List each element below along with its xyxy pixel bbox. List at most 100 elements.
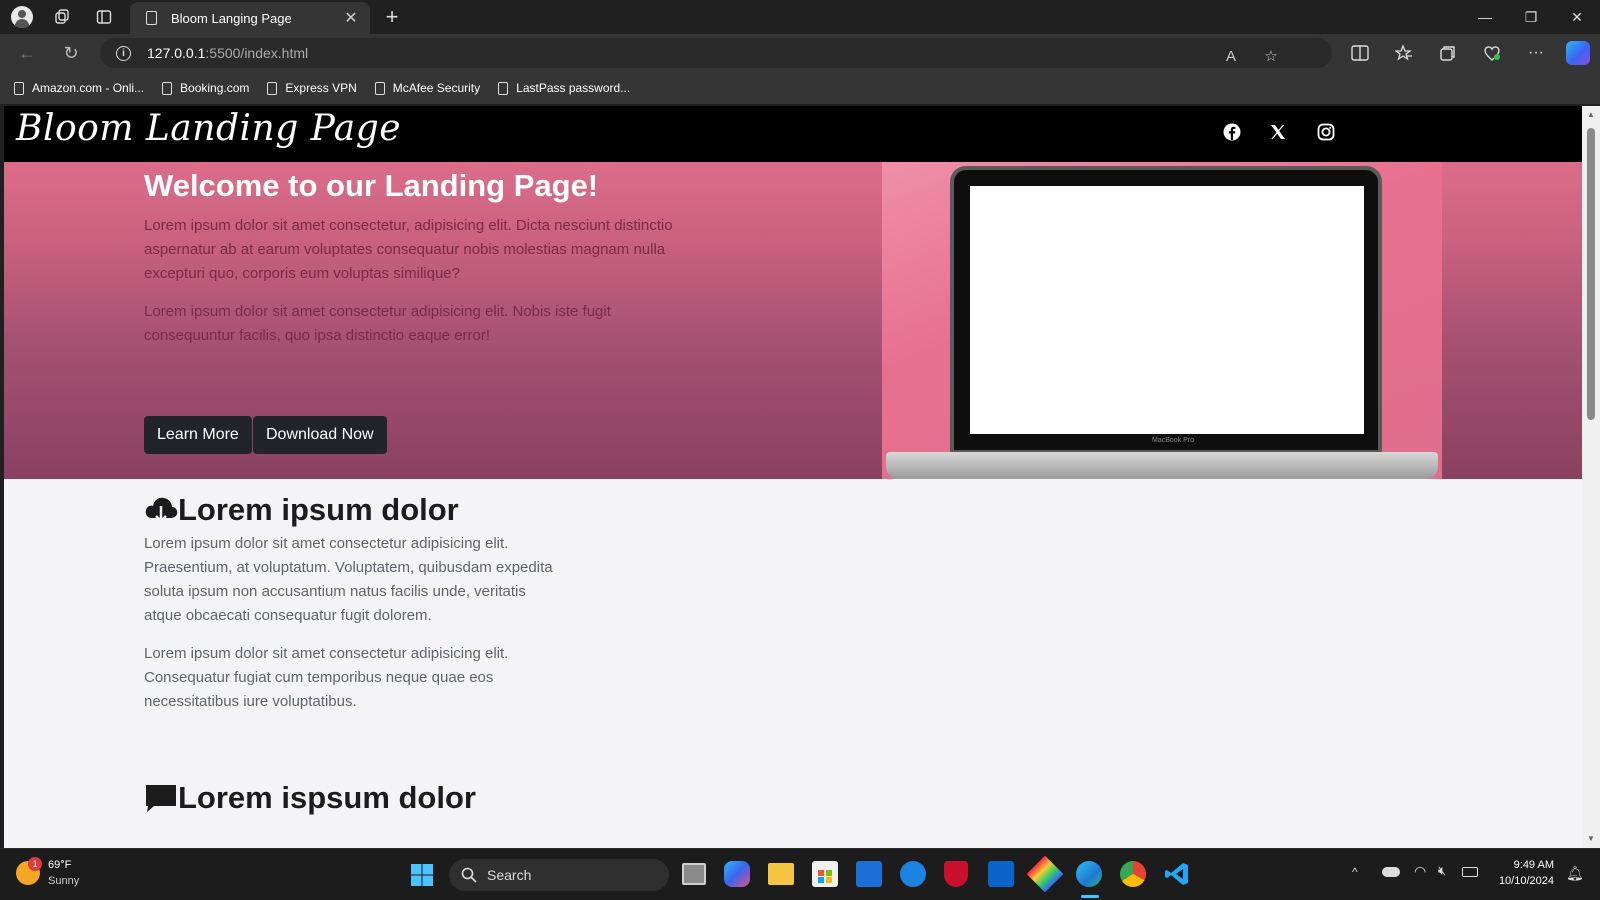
browser-tab-strip: Bloom Langing Page ✕ + — ❐ ✕ bbox=[0, 0, 1600, 34]
download-now-button[interactable]: Download Now bbox=[253, 416, 387, 454]
copilot-icon[interactable] bbox=[1566, 41, 1590, 65]
favorite-label: Booking.com bbox=[180, 81, 250, 95]
close-tab-icon[interactable]: ✕ bbox=[342, 8, 360, 28]
favorite-item[interactable]: Amazon.com - Onli... bbox=[14, 81, 144, 95]
section-heading: Lorem ispsum dolor bbox=[144, 780, 476, 816]
laptop-lid bbox=[950, 166, 1382, 454]
task-view-icon[interactable] bbox=[682, 863, 706, 885]
search-label: Search bbox=[487, 867, 532, 883]
favorite-item[interactable]: LastPass password... bbox=[498, 81, 630, 95]
outlook-icon[interactable] bbox=[988, 861, 1014, 887]
settings-more-button[interactable]: ··· bbox=[1522, 40, 1550, 66]
chrome-icon[interactable] bbox=[1120, 861, 1146, 887]
notifications-bell-icon[interactable]: 🔔︎ bbox=[1566, 865, 1584, 882]
taskbar-search[interactable]: Search bbox=[449, 859, 669, 891]
back-button[interactable]: ← bbox=[12, 40, 42, 66]
weather-desc: Sunny bbox=[48, 875, 80, 887]
laptop-base bbox=[886, 452, 1438, 479]
microsoft-store-icon[interactable] bbox=[812, 861, 838, 887]
read-aloud-icon[interactable]: A bbox=[1218, 43, 1244, 69]
page-icon bbox=[267, 81, 278, 95]
sun-icon: 1 bbox=[16, 857, 42, 885]
clock[interactable]: 9:49 AM 10/10/2024 bbox=[1490, 857, 1554, 889]
favorite-item[interactable]: McAfee Security bbox=[374, 81, 481, 95]
search-icon bbox=[461, 867, 477, 883]
page-icon bbox=[374, 81, 385, 95]
taskbar: 1 69°F Sunny Search ^ ◠ 🔇︎ 9:49 AM 10/10… bbox=[0, 848, 1600, 900]
restore-button[interactable]: ❐ bbox=[1508, 0, 1554, 34]
tab-actions-button[interactable] bbox=[90, 4, 118, 30]
scroll-up-icon[interactable]: ▲ bbox=[1586, 110, 1596, 120]
section-heading: Lorem ipsum dolor bbox=[144, 492, 564, 528]
facebook-icon bbox=[1223, 123, 1241, 141]
show-hidden-icons[interactable]: ^ bbox=[1352, 865, 1358, 879]
page-icon bbox=[162, 81, 173, 95]
favorite-star-icon[interactable]: ☆ bbox=[1258, 43, 1284, 69]
windows-icon bbox=[411, 864, 433, 886]
file-explorer-icon[interactable] bbox=[768, 863, 794, 885]
favorite-label: McAfee Security bbox=[392, 81, 481, 95]
favorites-button[interactable] bbox=[1390, 40, 1418, 66]
feature-section: Lorem ipsum dolor Lorem ipsum dolor sit … bbox=[144, 492, 564, 714]
clock-time: 9:49 AM bbox=[1513, 859, 1554, 871]
hero-paragraph: Lorem ipsum dolor sit amet consectetur a… bbox=[144, 303, 611, 344]
url-host: 127.0.0.1 bbox=[147, 45, 206, 61]
page-viewport: Bloom Landing Page Welcome to our Landin… bbox=[4, 106, 1582, 848]
profile-icon bbox=[11, 6, 33, 28]
url-path: :5500/index.html bbox=[205, 45, 309, 61]
x-link[interactable] bbox=[1264, 118, 1292, 146]
address-toolbar: ← ↻ i 127.0.0.1:5500/index.html A ☆ ··· bbox=[0, 34, 1600, 72]
chat-bubble-icon bbox=[146, 785, 176, 812]
weather-temp: 69°F bbox=[48, 859, 72, 871]
onedrive-icon[interactable] bbox=[1382, 867, 1400, 877]
facebook-link[interactable] bbox=[1218, 118, 1246, 146]
copilot-taskbar-icon[interactable] bbox=[724, 861, 750, 887]
address-field[interactable]: i 127.0.0.1:5500/index.html A ☆ bbox=[100, 38, 1332, 68]
battery-icon[interactable] bbox=[1462, 867, 1478, 877]
workspaces-button[interactable] bbox=[48, 4, 76, 30]
split-screen-button[interactable] bbox=[1346, 40, 1374, 66]
laptop-label: MacBook Pro bbox=[1152, 437, 1195, 444]
mcafee-shield-icon[interactable] bbox=[944, 861, 968, 887]
active-app-indicator bbox=[1081, 895, 1099, 898]
minimize-button[interactable]: — bbox=[1462, 0, 1508, 34]
learn-more-button[interactable]: Learn More bbox=[144, 416, 252, 454]
profile-button[interactable] bbox=[8, 4, 36, 30]
browser-essentials-button[interactable] bbox=[1478, 40, 1506, 66]
weather-badge: 1 bbox=[28, 857, 42, 871]
tab-active[interactable]: Bloom Langing Page ✕ bbox=[130, 2, 370, 34]
favorite-item[interactable]: Express VPN bbox=[267, 81, 357, 95]
colorful-app-icon[interactable] bbox=[1026, 855, 1064, 893]
start-button[interactable] bbox=[410, 863, 434, 887]
scroll-down-icon[interactable]: ▼ bbox=[1586, 834, 1596, 844]
page-scrollbar[interactable]: ▲ ▼ bbox=[1582, 106, 1600, 848]
refresh-button[interactable]: ↻ bbox=[56, 40, 86, 66]
section-title: Lorem ispsum dolor bbox=[178, 780, 476, 815]
collections-button[interactable] bbox=[1434, 40, 1462, 66]
help-icon[interactable] bbox=[900, 861, 926, 887]
page-icon bbox=[498, 81, 509, 95]
volume-muted-icon[interactable]: 🔇︎ bbox=[1438, 863, 1446, 879]
new-tab-button[interactable]: + bbox=[378, 4, 406, 30]
x-icon bbox=[1271, 125, 1285, 139]
mcafee-app-icon[interactable] bbox=[856, 861, 882, 887]
weather-widget[interactable]: 1 69°F Sunny bbox=[16, 857, 79, 889]
edge-icon[interactable] bbox=[1076, 861, 1102, 887]
scrollbar-thumb[interactable] bbox=[1587, 128, 1595, 420]
favorite-label: Express VPN bbox=[285, 81, 357, 95]
instagram-icon bbox=[1317, 123, 1335, 141]
site-brand[interactable]: Bloom Landing Page bbox=[16, 108, 401, 149]
page-icon bbox=[146, 11, 157, 25]
section-paragraph: Lorem ipsum dolor sit amet consectetur a… bbox=[144, 535, 553, 624]
wifi-icon[interactable]: ◠ bbox=[1414, 863, 1426, 880]
clock-date: 10/10/2024 bbox=[1498, 875, 1554, 887]
instagram-link[interactable] bbox=[1312, 118, 1340, 146]
favorite-item[interactable]: Booking.com bbox=[162, 81, 249, 95]
vscode-icon[interactable] bbox=[1164, 861, 1190, 887]
site-info-icon[interactable]: i bbox=[116, 45, 131, 61]
favorite-label: LastPass password... bbox=[516, 81, 631, 95]
page-icon bbox=[14, 81, 24, 95]
cloud-download-icon bbox=[145, 497, 178, 523]
vertical-tabs-icon bbox=[96, 10, 112, 24]
close-window-button[interactable]: ✕ bbox=[1554, 0, 1600, 34]
